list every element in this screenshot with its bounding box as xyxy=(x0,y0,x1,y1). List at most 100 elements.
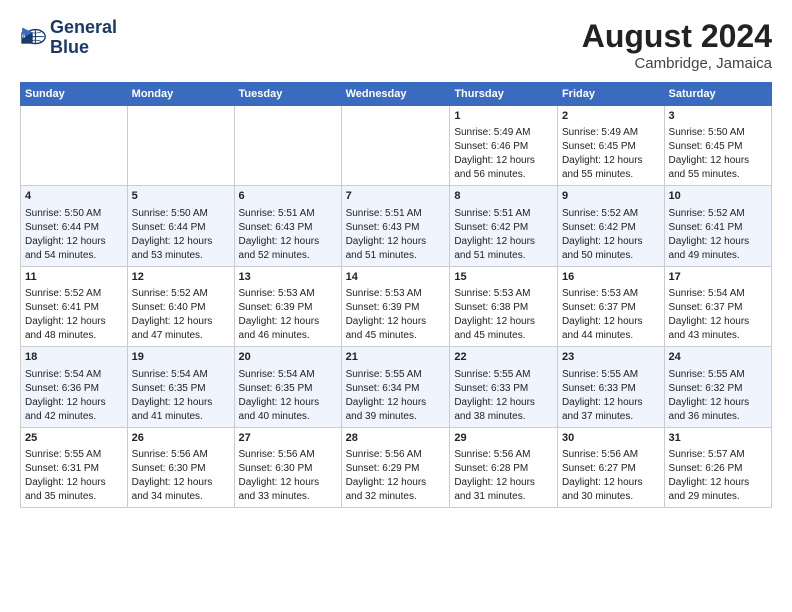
cell-week5-day1: 25Sunrise: 5:55 AMSunset: 6:31 PMDayligh… xyxy=(21,427,128,507)
logo-text-line1: General xyxy=(50,18,117,38)
day-info-line: Sunrise: 5:53 AM xyxy=(239,287,337,301)
day-info-line: Daylight: 12 hours xyxy=(454,476,553,490)
week-row-4: 18Sunrise: 5:54 AMSunset: 6:36 PMDayligh… xyxy=(21,347,772,427)
day-info-line: and 40 minutes. xyxy=(239,410,337,424)
day-info-line: Daylight: 12 hours xyxy=(346,476,446,490)
day-number: 28 xyxy=(346,431,446,446)
day-info-line: Sunset: 6:27 PM xyxy=(562,462,660,476)
day-info-line: and 31 minutes. xyxy=(454,490,553,504)
day-info-line: and 45 minutes. xyxy=(346,329,446,343)
day-info-line: Sunset: 6:41 PM xyxy=(669,221,767,235)
day-info-line: Sunset: 6:26 PM xyxy=(669,462,767,476)
day-number: 14 xyxy=(346,270,446,285)
day-info-line: Sunset: 6:41 PM xyxy=(25,301,123,315)
day-info-line: Sunset: 6:37 PM xyxy=(562,301,660,315)
day-info-line: Sunset: 6:38 PM xyxy=(454,301,553,315)
day-info-line: Sunset: 6:43 PM xyxy=(346,221,446,235)
day-info-line: Sunset: 6:43 PM xyxy=(239,221,337,235)
day-info-line: Sunset: 6:36 PM xyxy=(25,382,123,396)
day-number: 9 xyxy=(562,189,660,204)
day-info-line: Sunrise: 5:55 AM xyxy=(454,368,553,382)
cell-week4-day2: 19Sunrise: 5:54 AMSunset: 6:35 PMDayligh… xyxy=(127,347,234,427)
day-info-line: Sunrise: 5:56 AM xyxy=(454,448,553,462)
day-info-line: Daylight: 12 hours xyxy=(132,476,230,490)
day-info-line: Sunset: 6:34 PM xyxy=(346,382,446,396)
cell-week1-day4 xyxy=(341,106,450,186)
col-wednesday: Wednesday xyxy=(341,83,450,106)
calendar-page: G General Blue August 2024 Cambridge, Ja… xyxy=(0,0,792,612)
day-info-line: Daylight: 12 hours xyxy=(132,315,230,329)
day-info-line: Sunrise: 5:53 AM xyxy=(454,287,553,301)
cell-week4-day6: 23Sunrise: 5:55 AMSunset: 6:33 PMDayligh… xyxy=(557,347,664,427)
cell-week3-day5: 15Sunrise: 5:53 AMSunset: 6:38 PMDayligh… xyxy=(450,266,558,346)
day-info-line: Sunset: 6:29 PM xyxy=(346,462,446,476)
day-info-line: Sunrise: 5:56 AM xyxy=(562,448,660,462)
day-info-line: Sunrise: 5:56 AM xyxy=(132,448,230,462)
day-info-line: and 54 minutes. xyxy=(25,249,123,263)
title-block: August 2024 Cambridge, Jamaica xyxy=(582,18,772,72)
day-info-line: Daylight: 12 hours xyxy=(562,476,660,490)
day-info-line: and 43 minutes. xyxy=(669,329,767,343)
day-number: 16 xyxy=(562,270,660,285)
day-info-line: Sunrise: 5:54 AM xyxy=(25,368,123,382)
week-row-1: 1Sunrise: 5:49 AMSunset: 6:46 PMDaylight… xyxy=(21,106,772,186)
day-info-line: Sunrise: 5:50 AM xyxy=(132,207,230,221)
day-number: 18 xyxy=(25,350,123,365)
day-info-line: Daylight: 12 hours xyxy=(25,235,123,249)
day-info-line: Daylight: 12 hours xyxy=(25,476,123,490)
cell-week2-day4: 7 Sunrise: 5:51 AMSunset: 6:43 PMDaylight… xyxy=(341,186,450,266)
day-number: 4 xyxy=(25,189,123,204)
day-info-line: Sunrise: 5:55 AM xyxy=(669,368,767,382)
day-info-line: Sunset: 6:42 PM xyxy=(562,221,660,235)
day-info-line: Sunset: 6:32 PM xyxy=(669,382,767,396)
day-info-line: and 46 minutes. xyxy=(239,329,337,343)
day-number: 29 xyxy=(454,431,553,446)
cell-week5-day7: 31Sunrise: 5:57 AMSunset: 6:26 PMDayligh… xyxy=(664,427,771,507)
day-number: 22 xyxy=(454,350,553,365)
day-info-line: Daylight: 12 hours xyxy=(669,476,767,490)
day-number: 1 xyxy=(454,109,553,124)
day-info-line: Sunset: 6:40 PM xyxy=(132,301,230,315)
day-info-line: and 44 minutes. xyxy=(562,329,660,343)
cell-week1-day3 xyxy=(234,106,341,186)
day-info-line: Daylight: 12 hours xyxy=(25,315,123,329)
cell-week3-day7: 17Sunrise: 5:54 AMSunset: 6:37 PMDayligh… xyxy=(664,266,771,346)
day-info-line: Sunset: 6:33 PM xyxy=(562,382,660,396)
day-info-line: Sunrise: 5:52 AM xyxy=(132,287,230,301)
day-info-line: Sunrise: 5:49 AM xyxy=(454,126,553,140)
day-info-line: Sunset: 6:33 PM xyxy=(454,382,553,396)
day-number: 15 xyxy=(454,270,553,285)
day-info-line: Daylight: 12 hours xyxy=(239,476,337,490)
header: G General Blue August 2024 Cambridge, Ja… xyxy=(20,18,772,72)
day-info-line: Sunrise: 5:49 AM xyxy=(562,126,660,140)
day-info-line: Daylight: 12 hours xyxy=(132,235,230,249)
day-info-line: Sunrise: 5:54 AM xyxy=(239,368,337,382)
day-info-line: Daylight: 12 hours xyxy=(562,315,660,329)
day-info-line: Sunset: 6:30 PM xyxy=(132,462,230,476)
day-info-line: Daylight: 12 hours xyxy=(346,235,446,249)
day-info-line: and 56 minutes. xyxy=(454,168,553,182)
day-info-line: Daylight: 12 hours xyxy=(239,396,337,410)
header-row: Sunday Monday Tuesday Wednesday Thursday… xyxy=(21,83,772,106)
day-number: 7 xyxy=(346,189,446,204)
week-row-5: 25Sunrise: 5:55 AMSunset: 6:31 PMDayligh… xyxy=(21,427,772,507)
cell-week3-day3: 13Sunrise: 5:53 AMSunset: 6:39 PMDayligh… xyxy=(234,266,341,346)
day-info-line: and 34 minutes. xyxy=(132,490,230,504)
day-info-line: Sunrise: 5:56 AM xyxy=(346,448,446,462)
col-tuesday: Tuesday xyxy=(234,83,341,106)
day-info-line: and 37 minutes. xyxy=(562,410,660,424)
day-number: 23 xyxy=(562,350,660,365)
day-info-line: Daylight: 12 hours xyxy=(669,315,767,329)
col-saturday: Saturday xyxy=(664,83,771,106)
day-info-line: Sunset: 6:28 PM xyxy=(454,462,553,476)
day-info-line: Sunrise: 5:51 AM xyxy=(346,207,446,221)
day-info-line: Daylight: 12 hours xyxy=(346,396,446,410)
day-info-line: Daylight: 12 hours xyxy=(454,396,553,410)
day-info-line: Daylight: 12 hours xyxy=(239,235,337,249)
day-info-line: Daylight: 12 hours xyxy=(669,154,767,168)
day-info-line: Daylight: 12 hours xyxy=(346,315,446,329)
cell-week1-day7: 3Sunrise: 5:50 AMSunset: 6:45 PMDaylight… xyxy=(664,106,771,186)
day-number: 27 xyxy=(239,431,337,446)
day-info-line: Sunset: 6:37 PM xyxy=(669,301,767,315)
cell-week1-day5: 1Sunrise: 5:49 AMSunset: 6:46 PMDaylight… xyxy=(450,106,558,186)
